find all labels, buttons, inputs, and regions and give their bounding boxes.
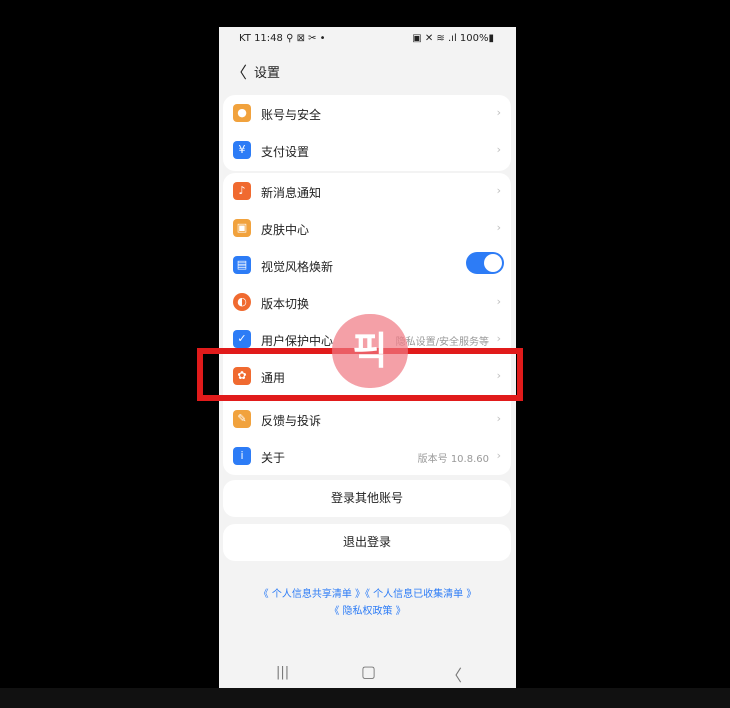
- row-label: 反馈与投诉: [261, 414, 322, 428]
- row-label: 用户保护中心: [261, 334, 334, 348]
- row-label: 版本切换: [261, 297, 310, 311]
- user-icon: ●: [233, 104, 251, 122]
- row-value: 版本号 10.8.60: [417, 454, 489, 465]
- page-title: 设置: [254, 66, 281, 81]
- status-right: ▣ ✕ ≋ .ıl 100%▮: [412, 33, 494, 44]
- home-icon[interactable]: ▢: [361, 662, 376, 681]
- row-label: 视觉风格焕新: [261, 260, 334, 274]
- visual-style-toggle[interactable]: [466, 252, 504, 274]
- back-icon[interactable]: 〈: [231, 59, 247, 83]
- row-feedback-complaint[interactable]: ✎ 反馈与投诉 ›: [223, 401, 511, 438]
- nav-back-icon[interactable]: 〈: [446, 662, 462, 686]
- row-new-message-notification[interactable]: ♪ 新消息通知 ›: [223, 173, 511, 210]
- row-payment-settings[interactable]: ¥ 支付设置 ›: [223, 132, 511, 169]
- pencil-icon: ✎: [233, 410, 251, 428]
- row-label: 关于: [261, 451, 286, 465]
- yen-icon: ¥: [233, 141, 251, 159]
- privacy-links-line1[interactable]: 《 个人信息共享清单 》《 个人信息已收集清单 》: [219, 585, 516, 600]
- status-bar: KT 11:48 ⚲ ⊠ ✂ • ▣ ✕ ≋ .ıl 100%▮: [219, 27, 516, 53]
- account-card: ● 账号与安全 › ¥ 支付设置 ›: [223, 95, 511, 171]
- bell-icon: ♪: [233, 182, 251, 200]
- planet-icon: ◐: [233, 293, 251, 311]
- row-label: 新消息通知: [261, 186, 322, 200]
- shield-icon: ✓: [233, 330, 251, 348]
- chevron-right-icon: ›: [496, 412, 501, 425]
- chevron-right-icon: ›: [496, 184, 501, 197]
- toggle-knob: [484, 254, 502, 272]
- row-label: 皮肤中心: [261, 223, 310, 237]
- bottom-band: [0, 688, 730, 708]
- chevron-right-icon: ›: [496, 143, 501, 156]
- row-skin-center[interactable]: ▣ 皮肤中心 ›: [223, 210, 511, 247]
- page-header: 〈 设置: [219, 57, 516, 83]
- chevron-right-icon: ›: [496, 332, 501, 345]
- chevron-right-icon: ›: [496, 221, 501, 234]
- status-left: KT 11:48 ⚲ ⊠ ✂ •: [239, 33, 326, 44]
- row-account-security[interactable]: ● 账号与安全 ›: [223, 95, 511, 132]
- privacy-links-line2[interactable]: 《 隐私权政策 》: [219, 602, 516, 617]
- row-visual-style-refresh: ▤ 视觉风格焕新: [223, 247, 511, 284]
- login-other-account-button[interactable]: 登录其他账号: [223, 480, 511, 517]
- info-icon: i: [233, 447, 251, 465]
- chevron-right-icon: ›: [496, 449, 501, 462]
- new-style-icon: ▤: [233, 256, 251, 274]
- row-label: 支付设置: [261, 145, 310, 159]
- system-nav-bar: ||| ▢ 〈: [219, 659, 516, 688]
- recent-apps-icon[interactable]: |||: [276, 665, 289, 680]
- row-value: 隐私设置/安全服务等: [395, 337, 489, 348]
- watermark-sticker: 픽: [332, 314, 408, 388]
- row-about[interactable]: i 关于 版本号 10.8.60 ›: [223, 438, 511, 475]
- shirt-icon: ▣: [233, 219, 251, 237]
- chevron-right-icon: ›: [496, 106, 501, 119]
- logout-button[interactable]: 退出登录: [223, 524, 511, 561]
- row-label: 账号与安全: [261, 108, 322, 122]
- chevron-right-icon: ›: [496, 295, 501, 308]
